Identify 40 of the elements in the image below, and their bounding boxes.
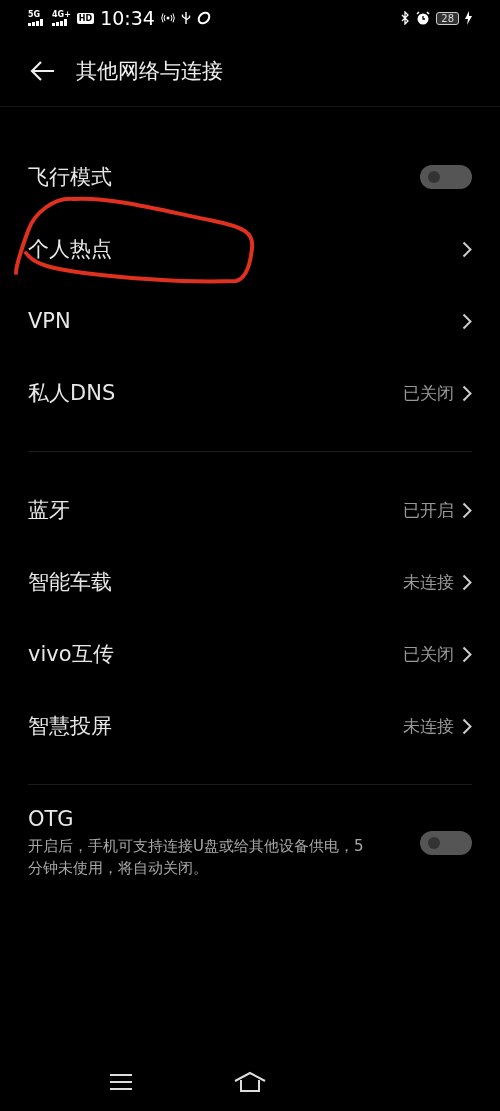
chevron-icon[interactable] (462, 312, 472, 330)
setting-value: 未连接 (403, 714, 454, 738)
menu-button[interactable] (108, 1073, 133, 1091)
setting-label: vivo互传 (28, 641, 115, 668)
setting-value: 未连接 (403, 570, 454, 594)
setting-value: 已关闭 (403, 381, 454, 405)
setting-label: 智慧投屏 (28, 713, 113, 740)
setting-label: 私人DNS (28, 380, 117, 407)
network-type-label: 4G+ (52, 10, 71, 19)
network-type-label: 5G (28, 10, 41, 19)
chevron-icon[interactable] (462, 384, 472, 402)
signal-icon (28, 18, 46, 26)
chevron-icon[interactable] (462, 717, 472, 735)
hd-voice-badge: HD (76, 12, 95, 24)
setting-label: OTG (28, 807, 75, 831)
page-title: 其他网络与连接 (76, 58, 223, 85)
chevron-icon[interactable] (462, 573, 472, 591)
setting-label: 蓝牙 (28, 497, 71, 524)
usb-icon (180, 11, 191, 25)
back-button[interactable] (30, 60, 56, 82)
setting-label: VPN (28, 309, 72, 333)
setting-value: 已开启 (403, 498, 454, 522)
setting-description: 开启后，手机可支持连接U盘或给其他设备供电，5分钟未使用，将自动关闭。 (28, 836, 365, 879)
hotspot-icon (160, 13, 175, 23)
toggle-switch[interactable] (420, 165, 472, 189)
setting-label: 飞行模式 (28, 164, 113, 191)
setting-label: 个人热点 (28, 236, 113, 263)
toggle-switch[interactable] (420, 831, 472, 855)
bluetooth-icon (401, 11, 411, 25)
chevron-icon[interactable] (462, 645, 472, 663)
setting-label: 智能车载 (28, 569, 113, 596)
chevron-icon[interactable] (462, 240, 472, 258)
charging-icon (465, 11, 472, 25)
clock-time: 10:34 (100, 7, 155, 29)
battery-level: 28 (436, 11, 459, 25)
home-button[interactable] (232, 1071, 267, 1093)
setting-value: 已关闭 (403, 642, 454, 666)
signal-icon (52, 18, 70, 26)
chevron-icon[interactable] (462, 501, 472, 519)
alarm-icon (416, 11, 431, 25)
